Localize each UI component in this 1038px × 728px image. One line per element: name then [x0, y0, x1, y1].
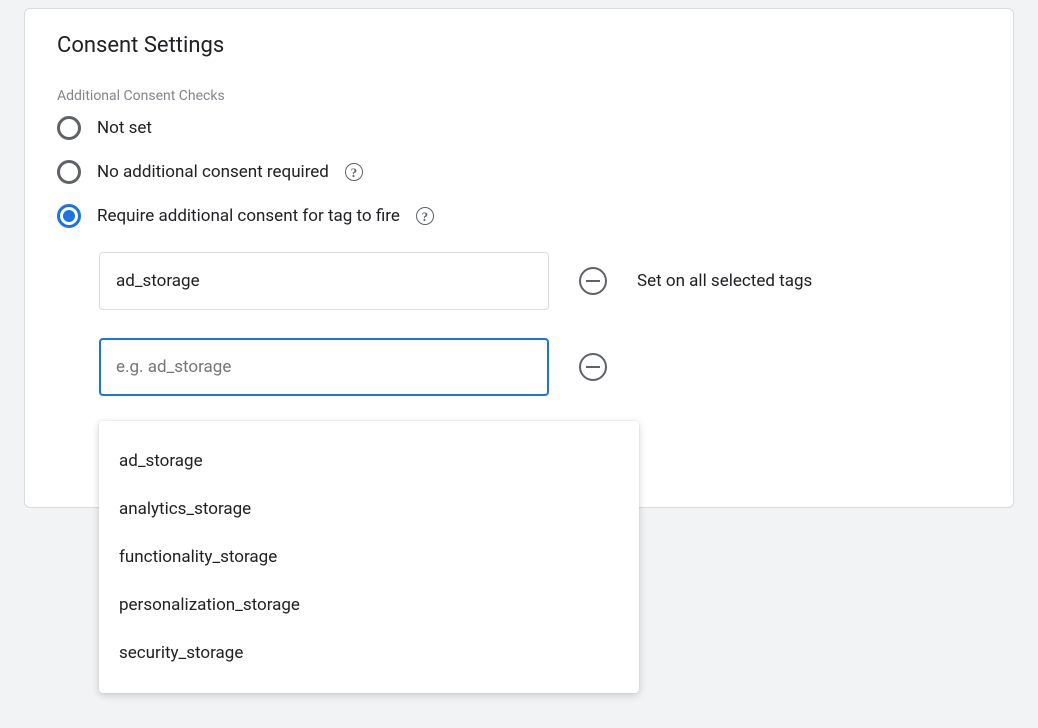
card-title: Consent Settings	[57, 33, 981, 58]
help-icon[interactable]: ?	[416, 207, 434, 225]
consent-row-note: Set on all selected tags	[637, 271, 812, 291]
consent-type-input-1[interactable]	[99, 338, 549, 396]
additional-consent-checks-label: Additional Consent Checks	[57, 88, 981, 104]
dropdown-item-analytics-storage[interactable]: analytics_storage	[99, 485, 639, 533]
dropdown-item-security-storage[interactable]: security_storage	[99, 629, 639, 677]
radio-no-additional[interactable]: No additional consent required ?	[57, 160, 981, 184]
consent-type-dropdown: ad_storage analytics_storage functionali…	[99, 421, 639, 693]
consent-settings-card: Consent Settings Additional Consent Chec…	[24, 8, 1014, 508]
radio-label-require-additional: Require additional consent for tag to fi…	[97, 206, 400, 226]
radio-label-no-additional: No additional consent required	[97, 162, 329, 182]
consent-type-input-0[interactable]	[99, 252, 549, 310]
remove-row-button[interactable]	[579, 267, 607, 295]
remove-row-button[interactable]	[579, 353, 607, 381]
dropdown-item-personalization-storage[interactable]: personalization_storage	[99, 581, 639, 629]
radio-group: Not set No additional consent required ?…	[57, 116, 981, 228]
consent-rows: Set on all selected tags	[99, 252, 981, 396]
radio-not-set[interactable]: Not set	[57, 116, 981, 140]
radio-inner-dot	[63, 210, 75, 222]
dropdown-item-functionality-storage[interactable]: functionality_storage	[99, 533, 639, 581]
radio-label-not-set: Not set	[97, 118, 152, 138]
radio-icon	[57, 116, 81, 140]
help-icon[interactable]: ?	[345, 163, 363, 181]
dropdown-item-ad-storage[interactable]: ad_storage	[99, 437, 639, 485]
consent-row	[99, 338, 981, 396]
radio-require-additional[interactable]: Require additional consent for tag to fi…	[57, 204, 981, 228]
radio-icon-selected	[57, 204, 81, 228]
consent-row: Set on all selected tags	[99, 252, 981, 310]
radio-icon	[57, 160, 81, 184]
